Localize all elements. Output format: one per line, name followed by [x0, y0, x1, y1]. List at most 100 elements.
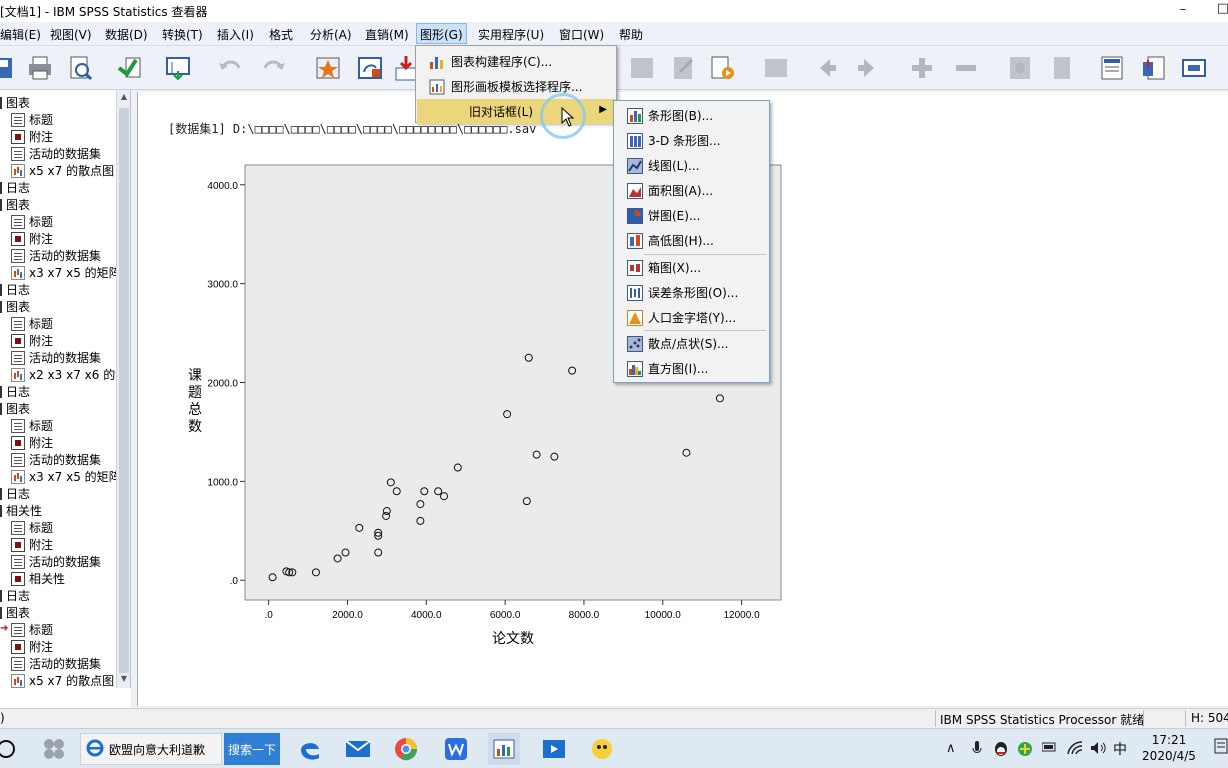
task-view-icon[interactable]: [38, 733, 70, 765]
tree-leaf[interactable]: 附注: [11, 434, 53, 451]
notification-icon[interactable]: [1214, 738, 1228, 760]
tree-leaf[interactable]: 活动的数据集: [11, 655, 101, 672]
histogram-item[interactable]: 直方图(I)...: [615, 356, 768, 381]
browser-icon[interactable]: [390, 733, 422, 765]
tree-leaf[interactable]: 标题: [11, 519, 53, 536]
maximize-button[interactable]: □: [1208, 1, 1228, 16]
tree-leaf[interactable]: 活动的数据集: [11, 553, 101, 570]
tree-leaf[interactable]: 附注: [11, 128, 53, 145]
tree-node[interactable]: 图表: [0, 196, 30, 213]
scatter-dot-item[interactable]: 散点/点状(S)...: [615, 331, 768, 356]
tree-node[interactable]: 日志: [0, 281, 30, 298]
mail-icon[interactable]: [342, 733, 374, 765]
3d-bar-chart-item[interactable]: 3-D 条形图...: [615, 128, 768, 153]
tree-leaf[interactable]: 标题: [11, 213, 53, 230]
insert-text-icon[interactable]: [1178, 52, 1210, 84]
arrow-right-icon[interactable]: [852, 52, 884, 84]
insert-title-icon[interactable]: [1138, 52, 1170, 84]
menu-utilities[interactable]: 实用程序(U): [478, 26, 544, 43]
tray-expand-icon[interactable]: ∧: [946, 741, 956, 756]
wps-icon[interactable]: [440, 733, 472, 765]
redo-icon[interactable]: [258, 52, 290, 84]
tree-leaf[interactable]: 标题: [11, 111, 53, 128]
tree-node[interactable]: 日志: [0, 179, 30, 196]
pane-splitter[interactable]: [131, 90, 137, 708]
tree-leaf[interactable]: 标题: [11, 621, 53, 638]
tree-leaf[interactable]: 附注: [11, 536, 53, 553]
tree-node[interactable]: 图表: [0, 400, 30, 417]
tree-node[interactable]: 图表: [0, 298, 30, 315]
high-low-item[interactable]: 高低图(H)...: [615, 228, 768, 253]
battery-icon[interactable]: [1041, 741, 1058, 756]
system-clock[interactable]: 17:21 2020/4/5: [1138, 732, 1200, 764]
tree-node[interactable]: 日志: [0, 587, 30, 604]
edit-output-icon[interactable]: [668, 52, 700, 84]
taskbar-search-box[interactable]: 欧盟向意大利道歉: [80, 733, 222, 765]
undo-icon[interactable]: [214, 52, 246, 84]
tree-node[interactable]: 相关性: [0, 502, 42, 519]
line-chart-item[interactable]: 线图(L)...: [615, 153, 768, 178]
tree-leaf[interactable]: x5 x7 的散点图: [11, 162, 114, 179]
cortana-icon[interactable]: [0, 733, 22, 765]
outline-scrollbar[interactable]: ▲ ▼: [116, 90, 130, 688]
tree-leaf[interactable]: 附注: [11, 332, 53, 349]
ime-indicator[interactable]: 中: [1113, 739, 1127, 759]
menu-data[interactable]: 数据(D): [105, 26, 148, 43]
tree-leaf[interactable]: 活动的数据集: [11, 349, 101, 366]
print-preview-icon[interactable]: [64, 52, 96, 84]
arrow-left-icon[interactable]: [810, 52, 842, 84]
minimize-button[interactable]: –: [1168, 2, 1198, 17]
spss-task-icon[interactable]: [488, 733, 520, 765]
tree-leaf[interactable]: x2 x3 x7 x6 的散: [11, 366, 127, 383]
scroll-up-icon[interactable]: ▲: [119, 92, 129, 104]
tree-leaf[interactable]: x3 x7 x5 的矩阵: [11, 468, 121, 485]
show-icon[interactable]: [1004, 52, 1036, 84]
menu-graphs[interactable]: 图形(G): [416, 23, 467, 44]
collapse-icon[interactable]: [950, 52, 982, 84]
video-recorder-icon[interactable]: [538, 733, 570, 765]
menu-window[interactable]: 窗口(W): [559, 26, 604, 43]
chart-builder-item[interactable]: 图表构建程序(C)...: [417, 49, 615, 74]
menu-help[interactable]: 帮助: [619, 26, 643, 43]
population-pyramid-item[interactable]: 人口金字塔(Y)...: [615, 305, 768, 330]
menu-transform[interactable]: 转换(T): [162, 26, 203, 43]
menu-analyze[interactable]: 分析(A): [310, 26, 352, 43]
goto-data-icon[interactable]: [162, 52, 194, 84]
promote-icon[interactable]: [626, 52, 658, 84]
tree-leaf[interactable]: 相关性: [11, 570, 65, 587]
tree-leaf[interactable]: x3 x7 x5 的矩阵: [11, 264, 121, 281]
search-go-button[interactable]: 搜索一下: [224, 733, 280, 765]
plus-tray-icon[interactable]: [1017, 741, 1033, 761]
edge-icon[interactable]: [294, 733, 326, 765]
menu-format[interactable]: 格式: [269, 26, 293, 43]
tree-leaf[interactable]: 活动的数据集: [11, 247, 101, 264]
error-bar-item[interactable]: 误差条形图(O)...: [615, 280, 768, 305]
pie-chart-item[interactable]: 饼图(E)...: [615, 203, 768, 228]
tree-leaf[interactable]: 附注: [11, 638, 53, 655]
volume-icon[interactable]: [1090, 741, 1108, 759]
tree-leaf[interactable]: 标题: [11, 417, 53, 434]
menu-view[interactable]: 视图(V): [50, 26, 92, 43]
designated-window-icon[interactable]: [312, 52, 344, 84]
tree-node[interactable]: 图表: [0, 94, 30, 111]
microphone-icon[interactable]: [972, 741, 982, 761]
tree-leaf[interactable]: 附注: [11, 230, 53, 247]
export-icon[interactable]: [114, 52, 146, 84]
print-icon[interactable]: [24, 52, 56, 84]
tree-leaf[interactable]: x5 x7 的散点图: [11, 672, 114, 688]
menu-edit[interactable]: 编辑(E): [0, 26, 41, 43]
menu-insert[interactable]: 插入(I): [217, 26, 254, 43]
app-icon[interactable]: [586, 733, 618, 765]
hide-icon[interactable]: [1046, 52, 1078, 84]
wifi-icon[interactable]: [1067, 741, 1083, 759]
tree-node[interactable]: 日志: [0, 485, 30, 502]
tree-node[interactable]: 日志: [0, 383, 30, 400]
tree-leaf[interactable]: 活动的数据集: [11, 451, 101, 468]
show-hide-icon[interactable]: [760, 52, 792, 84]
menu-direct-marketing[interactable]: 直销(M): [365, 26, 409, 43]
expand-icon[interactable]: [906, 52, 938, 84]
boxplot-item[interactable]: 箱图(X)...: [615, 255, 768, 280]
tree-leaf[interactable]: 活动的数据集: [11, 145, 101, 162]
qq-icon[interactable]: [993, 741, 1009, 761]
tree-node[interactable]: 图表: [0, 604, 30, 621]
